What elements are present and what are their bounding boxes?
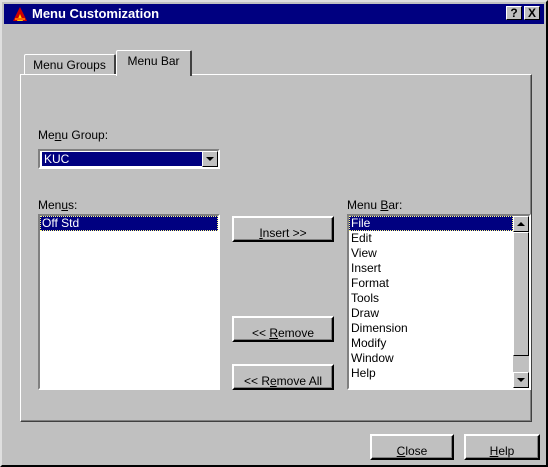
list-item[interactable]: Help bbox=[349, 366, 513, 381]
list-item[interactable]: Dimension bbox=[349, 321, 513, 336]
chevron-up-icon bbox=[517, 222, 525, 226]
list-item[interactable]: File bbox=[349, 216, 513, 231]
list-item[interactable]: Off Std bbox=[40, 216, 218, 231]
chevron-down-icon bbox=[517, 378, 525, 382]
list-item[interactable]: Window bbox=[349, 351, 513, 366]
list-item[interactable]: View bbox=[349, 246, 513, 261]
menu-group-value: KUC bbox=[42, 152, 202, 166]
dropdown-button[interactable] bbox=[202, 151, 218, 167]
menu-group-label: Menu Group: bbox=[38, 128, 109, 142]
chevron-down-icon bbox=[206, 157, 214, 161]
remove-button[interactable]: << Remove bbox=[232, 316, 334, 342]
menu-group-select[interactable]: KUC bbox=[38, 149, 220, 169]
close-button[interactable]: Close bbox=[370, 434, 454, 460]
list-item[interactable]: Draw bbox=[349, 306, 513, 321]
help-button[interactable]: Help bbox=[464, 434, 540, 460]
list-item[interactable]: Format bbox=[349, 276, 513, 291]
window-title: Menu Customization bbox=[32, 6, 160, 21]
menus-list[interactable]: Off Std bbox=[38, 214, 220, 390]
list-item[interactable]: Tools bbox=[349, 291, 513, 306]
tab-menu-bar[interactable]: Menu Bar bbox=[116, 50, 192, 76]
list-item[interactable]: Edit bbox=[349, 231, 513, 246]
scroll-up-button[interactable] bbox=[513, 216, 529, 232]
list-item[interactable]: Insert bbox=[349, 261, 513, 276]
list-item[interactable]: Modify bbox=[349, 336, 513, 351]
close-title-button[interactable]: X bbox=[524, 6, 540, 20]
menus-label: Menus: bbox=[38, 198, 78, 212]
menu-bar-items: File Edit View Insert Format Tools Draw … bbox=[349, 216, 513, 381]
app-logo-icon bbox=[13, 7, 27, 21]
title-bar: Menu Customization ? X bbox=[4, 4, 544, 24]
scroll-down-button[interactable] bbox=[513, 372, 529, 388]
help-title-button[interactable]: ? bbox=[506, 6, 522, 20]
tab-label: Menu Groups bbox=[33, 58, 106, 72]
tab-menu-groups[interactable]: Menu Groups bbox=[24, 54, 116, 74]
menu-bar-list[interactable]: File Edit View Insert Format Tools Draw … bbox=[347, 214, 531, 390]
scroll-thumb[interactable] bbox=[513, 232, 529, 356]
remove-all-button[interactable]: << Remove All bbox=[232, 364, 334, 390]
tab-label: Menu Bar bbox=[127, 54, 180, 68]
vertical-scrollbar[interactable] bbox=[513, 216, 529, 388]
insert-button[interactable]: Insert >> bbox=[232, 216, 334, 242]
menu-bar-label: Menu Bar: bbox=[347, 198, 403, 212]
menu-customization-dialog: Menu Customization ? X Menu Groups Menu … bbox=[0, 0, 548, 467]
